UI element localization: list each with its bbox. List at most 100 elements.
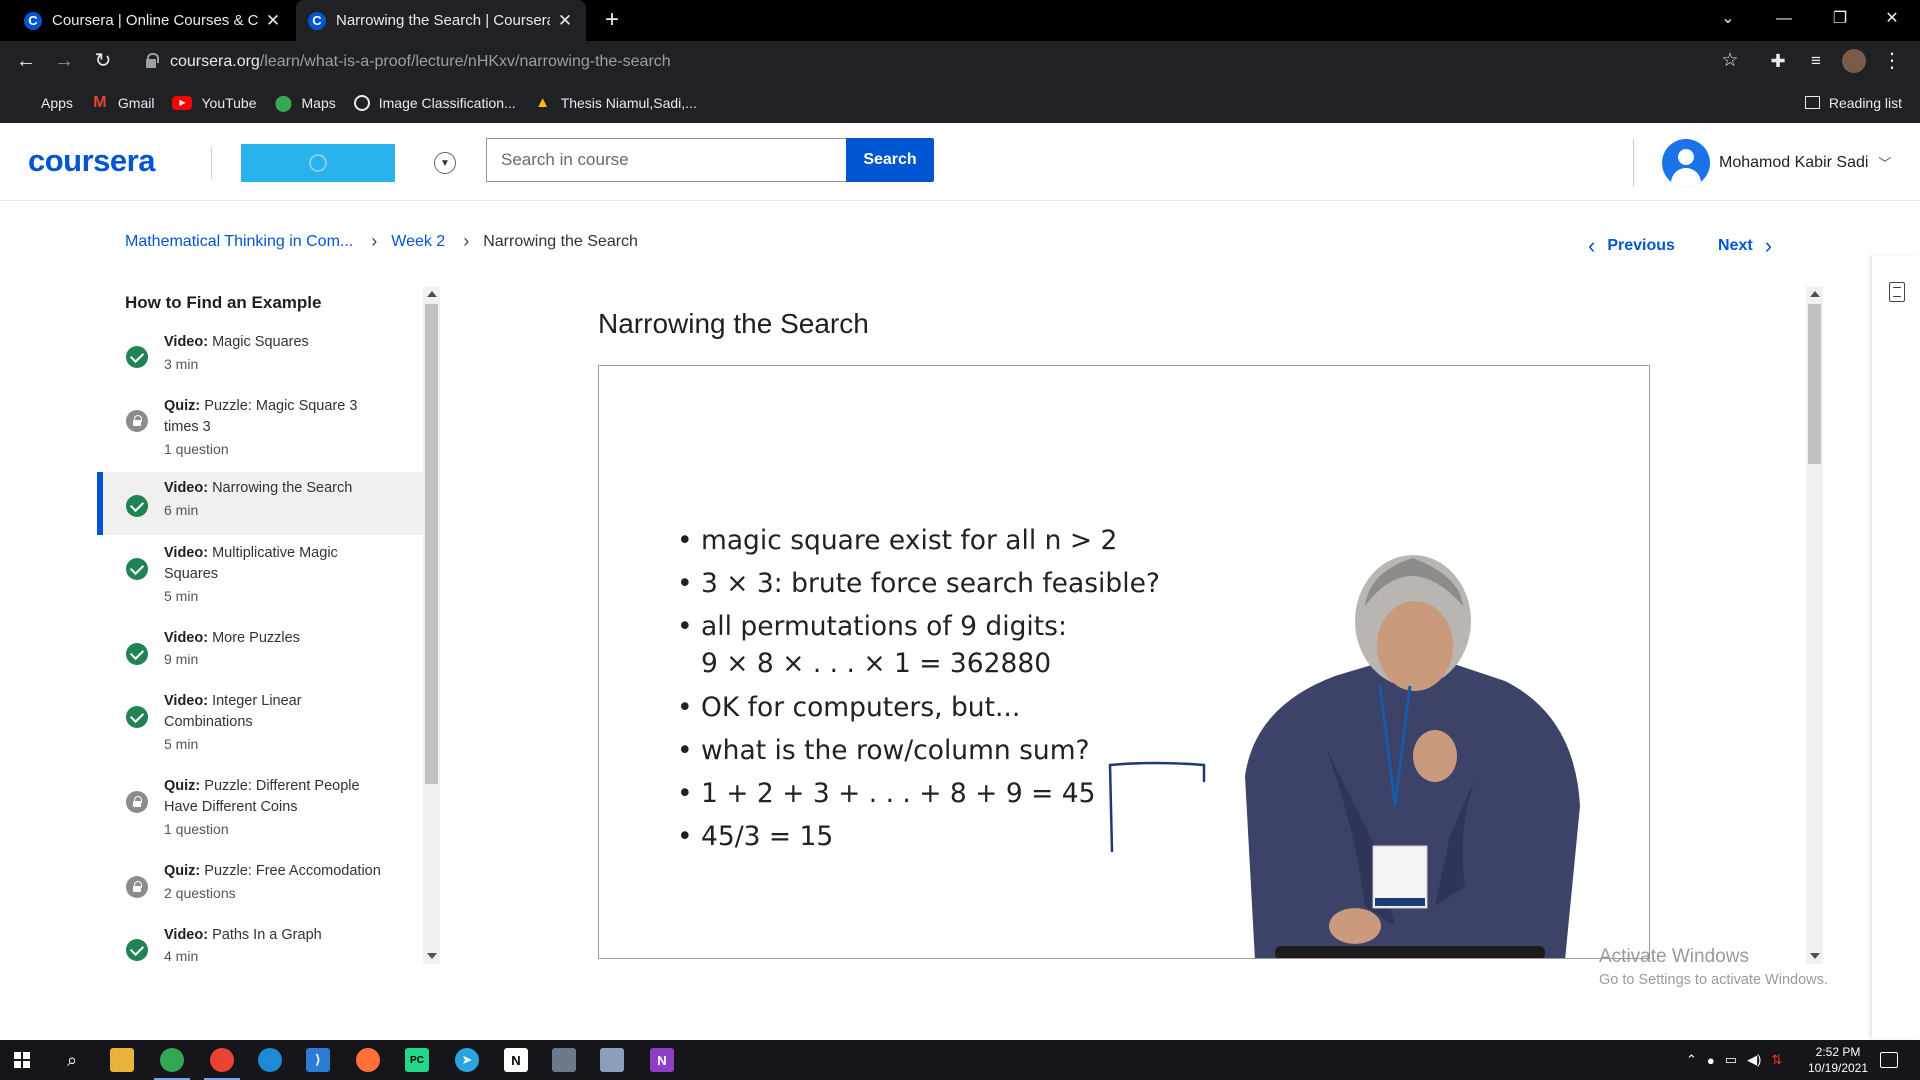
sidebar-item-meta: 1 question [164, 821, 229, 837]
onenote-icon[interactable]: N [650, 1048, 674, 1072]
apps-grid-icon [16, 95, 32, 111]
bookmark-image-classification[interactable]: Image Classification... [353, 94, 516, 111]
sidebar-item[interactable]: Video: Integer Linear Combinations 5 min [97, 689, 423, 769]
bookmark-apps[interactable]: Apps [16, 95, 73, 111]
chrome-profile-icon[interactable] [204, 1048, 240, 1080]
video-player[interactable]: magic square exist for all n > 2 3 × 3: … [598, 365, 1650, 959]
sidebar-item[interactable]: Video: Magic Squares 3 min [97, 328, 423, 388]
browser-menu-icon[interactable]: ⋮ [1876, 45, 1908, 77]
bookmark-youtube[interactable]: ▶ YouTube [172, 95, 257, 111]
notes-icon[interactable] [1889, 282, 1905, 302]
bookmark-star-icon[interactable]: ☆ [1714, 45, 1746, 77]
user-avatar-icon[interactable] [1662, 139, 1710, 187]
browser-toolbar: ← → ↻ coursera.org/learn/what-is-a-proof… [0, 41, 1920, 82]
sidebar-item[interactable]: Video: More Puzzles 9 min [97, 626, 423, 686]
bookmark-gmail[interactable]: M Gmail [91, 94, 154, 112]
header-divider [211, 147, 212, 179]
profile-avatar-icon[interactable] [1838, 45, 1870, 77]
chevron-down-icon[interactable]: ▼ [434, 152, 456, 174]
bookmark-maps[interactable]: ⬤ Maps [275, 94, 336, 112]
firefox-icon[interactable] [356, 1048, 380, 1072]
breadcrumb-course[interactable]: Mathematical Thinking in Com... [125, 233, 353, 251]
reading-list-button[interactable]: Reading list [1804, 82, 1902, 123]
app-icon[interactable] [552, 1048, 576, 1072]
vscode-icon[interactable]: ⟩ [306, 1048, 330, 1072]
windows-start-icon[interactable] [14, 1052, 30, 1068]
previous-button[interactable]: ‹ Previous [1588, 233, 1675, 259]
clock-time: 2:52 PM [1815, 1045, 1861, 1059]
partner-logo[interactable] [241, 144, 395, 182]
tab-search-icon[interactable]: ⌄ [1700, 0, 1756, 41]
next-button[interactable]: Next › [1718, 233, 1772, 259]
scrollbar-thumb[interactable] [1808, 304, 1821, 464]
sidebar-item[interactable]: Video: Paths In a Graph 4 min [97, 923, 423, 966]
extensions-icon[interactable]: ✚ [1762, 45, 1794, 77]
system-tray[interactable]: ⌃ ● ▭ ◀) ⇅ [1686, 1040, 1782, 1080]
sidebar-item[interactable]: Video: Multiplicative Magic Squares 5 mi… [97, 541, 423, 621]
reload-icon[interactable]: ↻ [87, 45, 119, 77]
notifications-icon[interactable] [1880, 1052, 1898, 1068]
sidebar-item[interactable]: Quiz: Puzzle: Free Accomodation 2 questi… [97, 859, 423, 919]
back-icon[interactable]: ← [10, 45, 42, 77]
header-divider [1633, 139, 1634, 187]
sidebar-item[interactable]: Quiz: Puzzle: Different People Have Diff… [97, 774, 423, 854]
close-tab-icon[interactable]: ✕ [264, 11, 282, 31]
slide-bullet: 45/3 = 15 [677, 815, 1160, 858]
media-control-icon[interactable]: ≡ [1800, 45, 1832, 77]
sidebar-scrollbar[interactable] [423, 286, 440, 964]
file-explorer-icon[interactable] [110, 1048, 134, 1072]
search-button[interactable]: Search [846, 138, 934, 182]
user-name: Mohamod Kabir Sadi [1719, 153, 1869, 171]
tab-coursera-home[interactable]: C Coursera | Online Courses & Crec ✕ [12, 0, 294, 41]
scroll-down-icon[interactable] [427, 953, 437, 959]
chrome-icon[interactable] [154, 1048, 190, 1080]
system-clock[interactable]: 2:52 PM 10/19/2021 [1800, 1044, 1876, 1076]
search-icon[interactable]: ⌕ [60, 1048, 84, 1072]
microphone-icon[interactable]: ● [1707, 1053, 1715, 1068]
bookmark-label: Image Classification... [378, 94, 516, 111]
lock-icon [126, 876, 148, 898]
volume-icon[interactable]: ◀) [1747, 1052, 1761, 1068]
new-tab-icon[interactable]: + [598, 6, 626, 34]
sidebar-item-title: Quiz: Puzzle: Magic Square 3 times 3 [164, 398, 358, 435]
slide-bullet-continuation: 9 × 8 × . . . × 1 = 362880 [701, 648, 1052, 679]
scroll-up-icon[interactable] [427, 291, 437, 297]
chevron-right-icon: › [1764, 233, 1773, 258]
breadcrumb-week[interactable]: Week 2 [391, 233, 445, 251]
close-window-icon[interactable]: ✕ [1864, 0, 1920, 41]
completed-check-icon [126, 706, 148, 728]
minimize-icon[interactable]: — [1756, 0, 1812, 41]
language-icon[interactable]: ⇅ [1771, 1052, 1782, 1068]
bookmark-thesis[interactable]: ▲ Thesis Niamul,Sadi,... [534, 94, 697, 112]
lightbulb-icon [309, 154, 327, 172]
scroll-up-icon[interactable] [1810, 291, 1820, 297]
address-bar[interactable]: coursera.org/learn/what-is-a-proof/lectu… [134, 45, 1768, 78]
completed-check-icon [126, 643, 148, 665]
sidebar-item[interactable]: Quiz: Puzzle: Magic Square 3 times 3 1 q… [97, 392, 423, 472]
scrollbar-thumb[interactable] [425, 304, 438, 784]
search-input[interactable] [486, 138, 847, 182]
main-scrollbar[interactable] [1806, 286, 1823, 964]
close-tab-icon[interactable]: ✕ [556, 11, 574, 31]
notes-panel-rail [1871, 256, 1920, 1038]
forward-icon[interactable]: → [48, 45, 80, 77]
pycharm-icon[interactable]: PC [405, 1048, 429, 1072]
telegram-icon[interactable]: ➤ [455, 1048, 479, 1072]
sidebar-item-meta: 1 question [164, 441, 229, 457]
maps-icon: ⬤ [274, 94, 293, 112]
network-icon[interactable]: ▭ [1725, 1052, 1737, 1068]
restore-icon[interactable]: ❐ [1812, 0, 1868, 41]
windows-taskbar: ⌕ ⟩ PC ➤ N N ⌃ ● ▭ ◀) ⇅ 2:52 PM 10/19/20… [0, 1040, 1920, 1080]
bookmarks-bar: Apps M Gmail ▶ YouTube ⬤ Maps Image Clas… [0, 82, 1920, 123]
edge-icon[interactable] [258, 1048, 282, 1072]
sidebar-item-title: Video: Multiplicative Magic Squares [164, 545, 338, 582]
tab-narrowing-the-search[interactable]: C Narrowing the Search | Coursera ✕ [296, 0, 586, 41]
notion-icon[interactable]: N [504, 1048, 528, 1072]
chevron-up-icon[interactable]: ⌃ [1686, 1052, 1697, 1068]
coursera-logo[interactable]: coursera [28, 143, 155, 179]
calculator-icon[interactable] [600, 1048, 624, 1072]
user-menu[interactable]: Mohamod Kabir Sadi ﹀ [1719, 153, 1891, 172]
coursera-header: coursera ▼ Search Mohamod Kabir Sadi ﹀ [0, 123, 1920, 201]
sidebar-item-active[interactable]: Video: Narrowing the Search 6 min [97, 472, 423, 535]
breadcrumb-current: Narrowing the Search [483, 232, 638, 250]
